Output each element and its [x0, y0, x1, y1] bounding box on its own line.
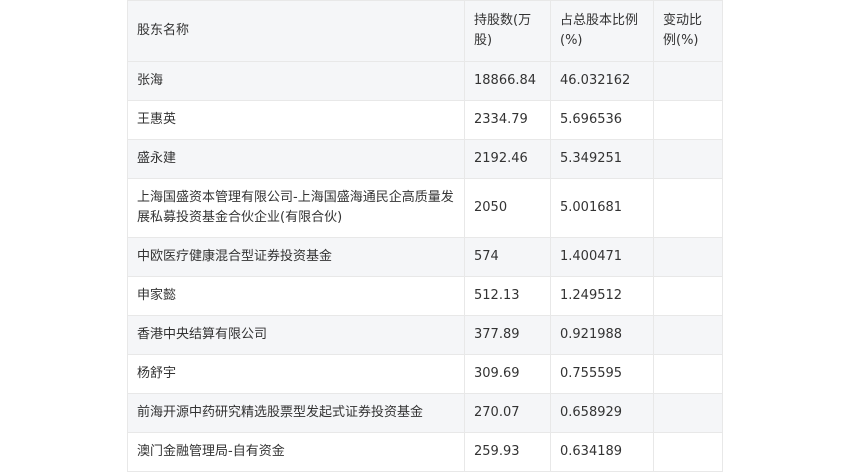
- cell-shares: 309.69: [464, 354, 551, 394]
- cell-shareholder-name: 申家懿: [127, 276, 465, 316]
- cell-shares: 512.13: [464, 276, 551, 316]
- cell-shareholder-name: 香港中央结算有限公司: [127, 315, 465, 355]
- shareholder-table: 股东名称 持股数(万股) 占总股本比例(%) 变动比例(%) 张海 18866.…: [127, 0, 723, 472]
- cell-change-ratio: [653, 393, 723, 433]
- table-row: 前海开源中药研究精选股票型发起式证券投资基金 270.07 0.658929: [127, 393, 723, 433]
- cell-ratio: 1.400471: [550, 237, 654, 277]
- cell-ratio: 0.755595: [550, 354, 654, 394]
- table-row: 香港中央结算有限公司 377.89 0.921988: [127, 315, 723, 355]
- cell-shares: 574: [464, 237, 551, 277]
- cell-shareholder-name: 盛永建: [127, 139, 465, 179]
- cell-shareholder-name: 张海: [127, 61, 465, 101]
- cell-change-ratio: [653, 432, 723, 472]
- table-header: 股东名称 持股数(万股) 占总股本比例(%) 变动比例(%): [127, 0, 723, 62]
- header-change-ratio: 变动比例(%): [653, 0, 723, 62]
- cell-ratio: 0.658929: [550, 393, 654, 433]
- cell-shareholder-name: 前海开源中药研究精选股票型发起式证券投资基金: [127, 393, 465, 433]
- header-ratio: 占总股本比例(%): [550, 0, 654, 62]
- cell-ratio: 46.032162: [550, 61, 654, 101]
- cell-change-ratio: [653, 315, 723, 355]
- table-row: 盛永建 2192.46 5.349251: [127, 139, 723, 179]
- header-shares: 持股数(万股): [464, 0, 551, 62]
- table-row: 王惠英 2334.79 5.696536: [127, 100, 723, 140]
- table-row: 申家懿 512.13 1.249512: [127, 276, 723, 316]
- cell-shares: 2192.46: [464, 139, 551, 179]
- cell-ratio: 1.249512: [550, 276, 654, 316]
- cell-shares: 259.93: [464, 432, 551, 472]
- cell-ratio: 5.696536: [550, 100, 654, 140]
- cell-shareholder-name: 上海国盛资本管理有限公司-上海国盛海通民企高质量发展私募投资基金合伙企业(有限合…: [127, 178, 465, 238]
- cell-ratio: 0.921988: [550, 315, 654, 355]
- shareholder-table-container: 股东名称 持股数(万股) 占总股本比例(%) 变动比例(%) 张海 18866.…: [127, 0, 723, 472]
- cell-change-ratio: [653, 139, 723, 179]
- cell-ratio: 5.001681: [550, 178, 654, 238]
- cell-shares: 377.89: [464, 315, 551, 355]
- cell-ratio: 0.634189: [550, 432, 654, 472]
- cell-change-ratio: [653, 178, 723, 238]
- table-row: 张海 18866.84 46.032162: [127, 61, 723, 101]
- table-body: 张海 18866.84 46.032162 王惠英 2334.79 5.6965…: [127, 61, 723, 472]
- table-row: 澳门金融管理局-自有资金 259.93 0.634189: [127, 432, 723, 472]
- cell-change-ratio: [653, 354, 723, 394]
- cell-change-ratio: [653, 100, 723, 140]
- table-row: 上海国盛资本管理有限公司-上海国盛海通民企高质量发展私募投资基金合伙企业(有限合…: [127, 178, 723, 238]
- cell-shareholder-name: 杨舒宇: [127, 354, 465, 394]
- cell-shares: 2334.79: [464, 100, 551, 140]
- header-shareholder-name: 股东名称: [127, 0, 465, 62]
- cell-change-ratio: [653, 61, 723, 101]
- cell-ratio: 5.349251: [550, 139, 654, 179]
- cell-shareholder-name: 澳门金融管理局-自有资金: [127, 432, 465, 472]
- cell-shares: 2050: [464, 178, 551, 238]
- table-row: 中欧医疗健康混合型证券投资基金 574 1.400471: [127, 237, 723, 277]
- cell-shares: 270.07: [464, 393, 551, 433]
- cell-shares: 18866.84: [464, 61, 551, 101]
- cell-shareholder-name: 王惠英: [127, 100, 465, 140]
- table-row: 杨舒宇 309.69 0.755595: [127, 354, 723, 394]
- cell-change-ratio: [653, 237, 723, 277]
- header-row: 股东名称 持股数(万股) 占总股本比例(%) 变动比例(%): [127, 0, 723, 62]
- cell-change-ratio: [653, 276, 723, 316]
- cell-shareholder-name: 中欧医疗健康混合型证券投资基金: [127, 237, 465, 277]
